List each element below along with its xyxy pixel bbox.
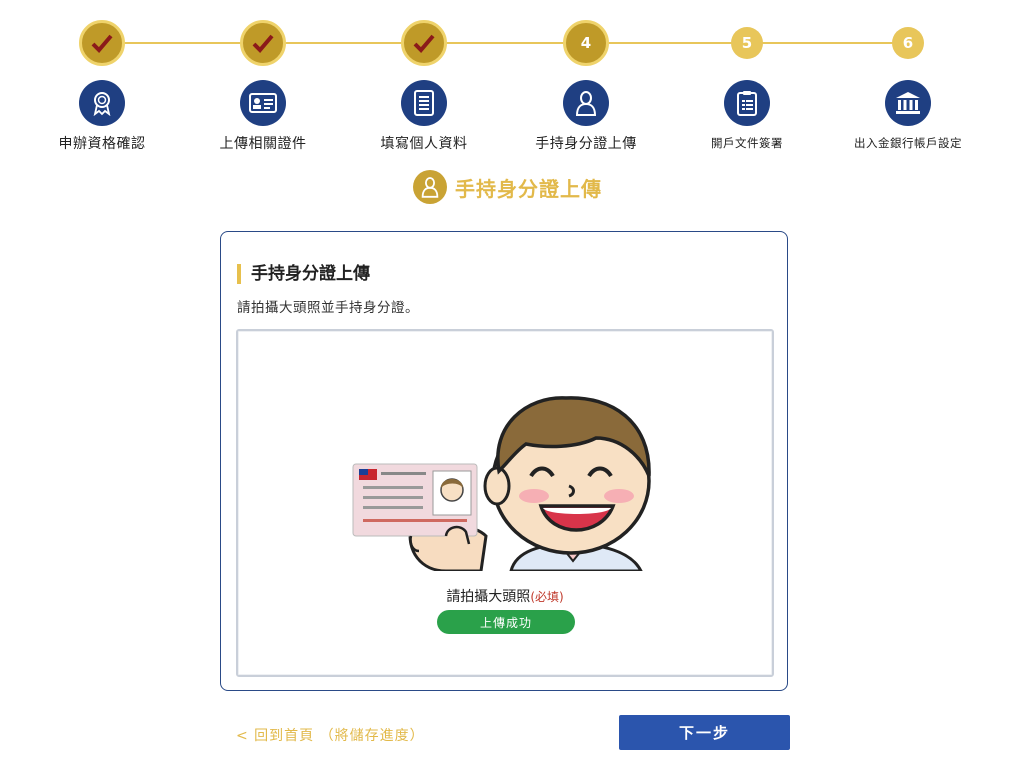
person-icon xyxy=(563,80,609,126)
card-description: 請拍攝大頭照並手持身分證。 xyxy=(237,300,419,316)
step-3-label: 填寫個人資料 xyxy=(380,136,468,152)
selfie-with-id-illustration xyxy=(352,396,651,571)
step-6-label: 出入金銀行帳戶設定 xyxy=(854,136,962,150)
step-3-badge xyxy=(401,20,447,66)
step-1-label: 申辦資格確認 xyxy=(58,136,146,152)
upload-label: 請拍攝大頭照(必填) xyxy=(238,586,772,606)
step-4-label: 手持身分證上傳 xyxy=(535,136,637,152)
next-step-button[interactable]: 下一步 xyxy=(619,715,790,750)
photo-upload-area[interactable]: 請拍攝大頭照(必填) 上傳成功 xyxy=(236,329,774,677)
form-icon xyxy=(401,80,447,126)
required-mark: (必填) xyxy=(530,590,564,604)
step-4-badge: 4 xyxy=(563,20,609,66)
person-icon xyxy=(413,170,447,204)
back-to-home-link[interactable]: < 回到首頁 （將儲存進度） xyxy=(236,725,425,745)
step-5-label: 開戶文件簽署 xyxy=(711,136,783,150)
check-icon xyxy=(252,34,274,53)
award-icon xyxy=(79,80,125,126)
step-6-badge: 6 xyxy=(892,27,924,59)
clipboard-icon xyxy=(724,80,770,126)
bank-icon xyxy=(885,80,931,126)
upload-card: 手持身分證上傳 請拍攝大頭照並手持身分證。 請拍攝大頭照(必填) 上傳成功 xyxy=(220,231,788,691)
id-card-icon xyxy=(240,80,286,126)
card-title: 手持身分證上傳 xyxy=(237,264,370,284)
progress-stepper: 申辦資格確認 上傳相關證件 填寫個人資料 4 手持身分證上傳 5 開戶文件簽署 … xyxy=(0,0,1015,160)
page-title: 手持身分證上傳 xyxy=(455,176,602,201)
step-1-badge xyxy=(79,20,125,66)
check-icon xyxy=(413,34,435,53)
step-2-badge xyxy=(240,20,286,66)
page-heading: 手持身分證上傳 xyxy=(0,170,1015,204)
check-icon xyxy=(91,34,113,53)
upload-label-text: 請拍攝大頭照 xyxy=(446,589,531,605)
upload-status-badge: 上傳成功 xyxy=(437,610,575,634)
stepper-line xyxy=(102,42,908,44)
step-5-badge: 5 xyxy=(731,27,763,59)
step-2-label: 上傳相關證件 xyxy=(219,136,307,152)
